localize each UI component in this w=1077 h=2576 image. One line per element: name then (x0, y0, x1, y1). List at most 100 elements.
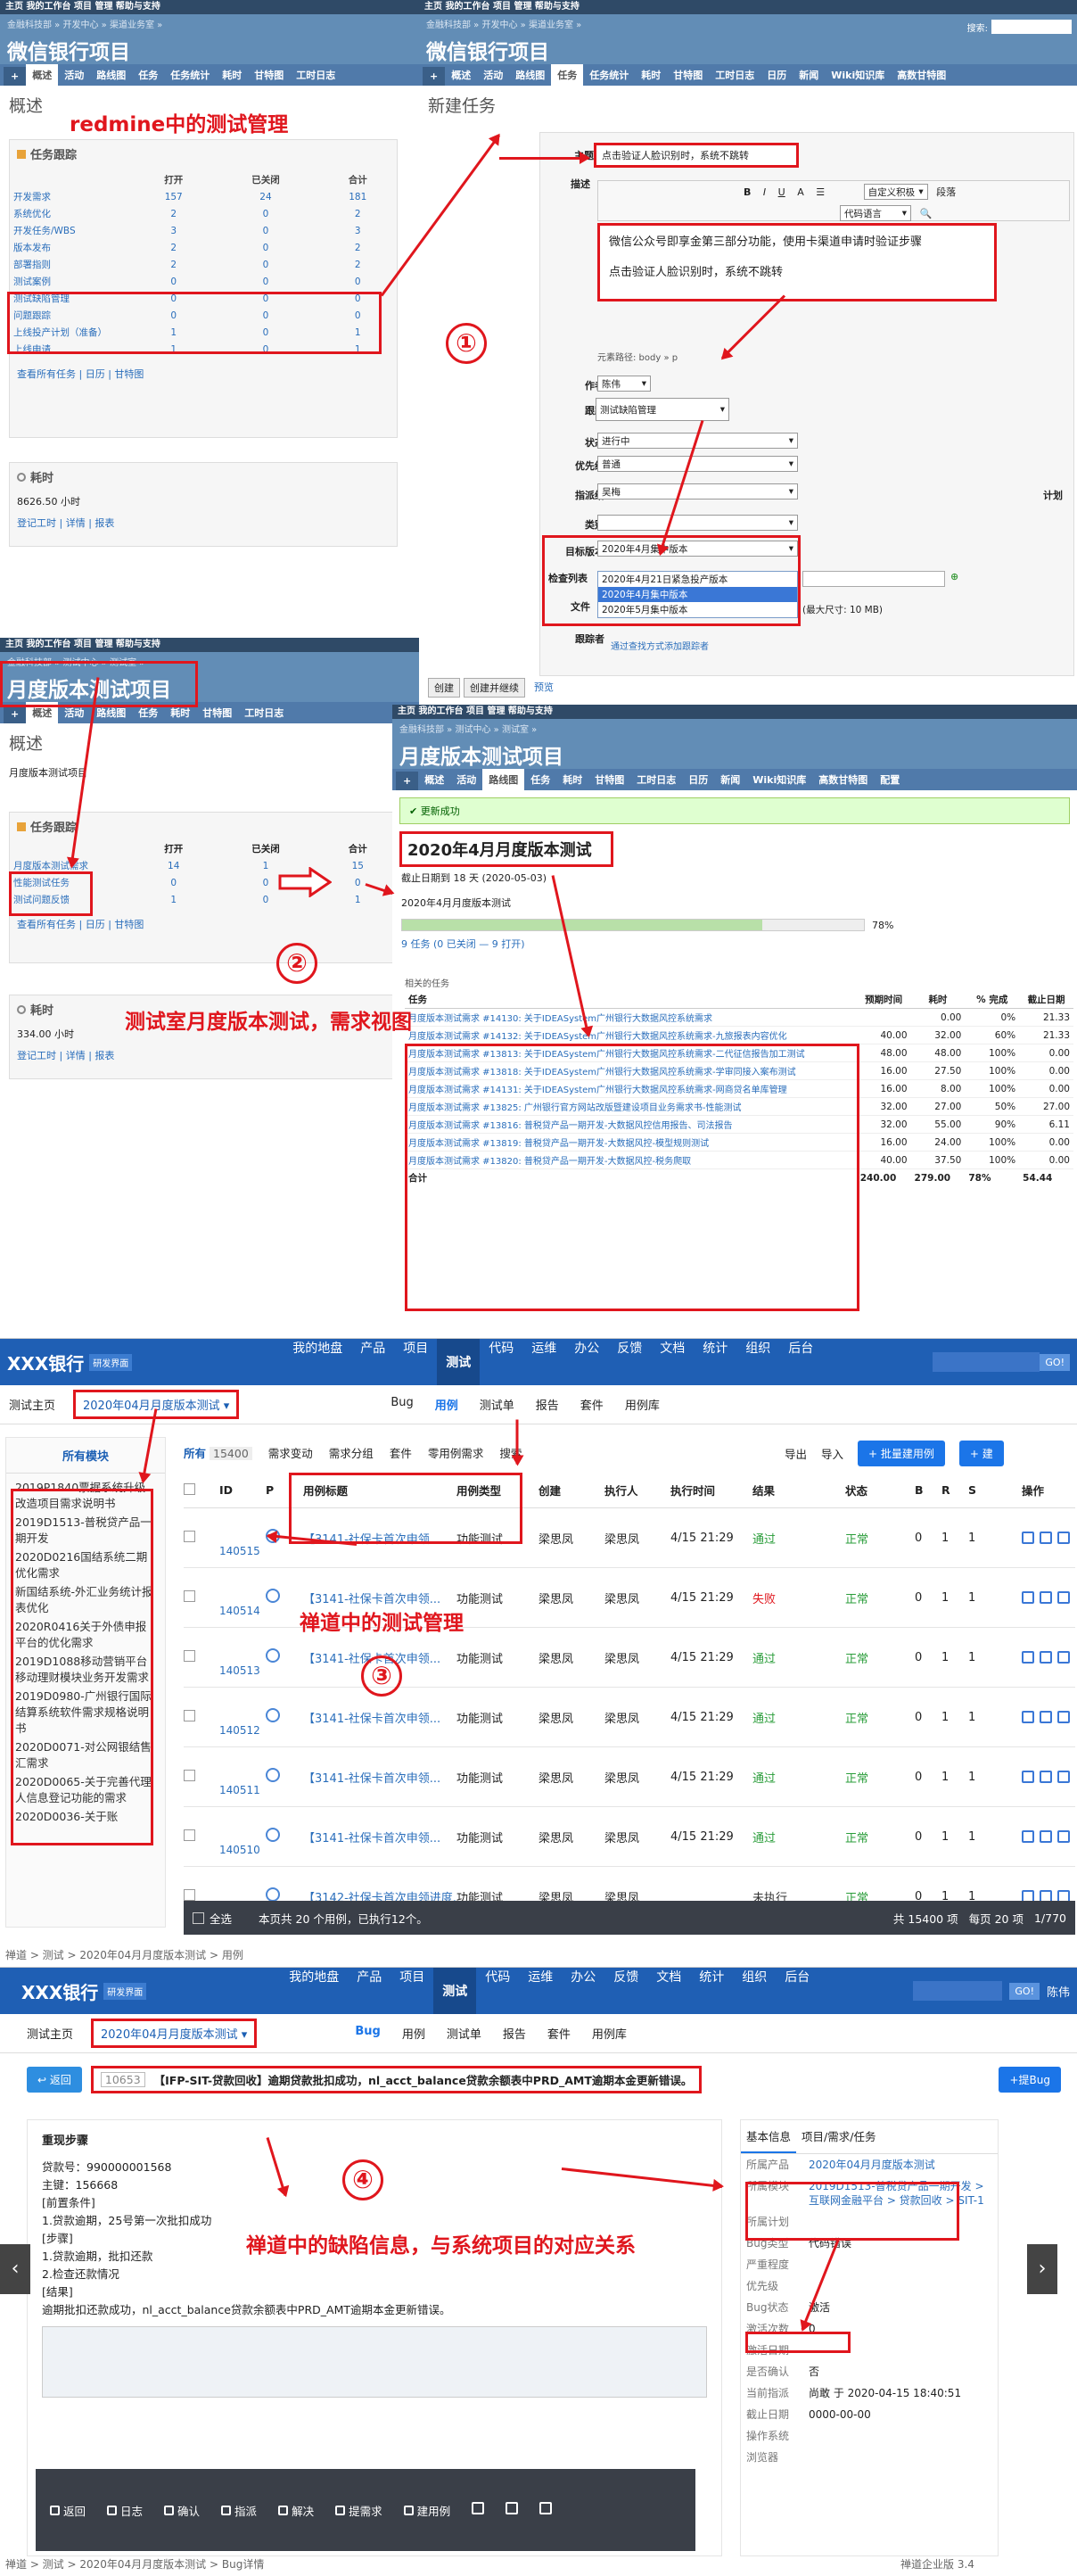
action-log[interactable]: 日志 (107, 2502, 143, 2519)
tab-adv-gantt[interactable]: 高数甘特图 (891, 64, 952, 86)
product-switcher[interactable]: 2020年04月月度版本测试 ▾ (91, 2019, 258, 2048)
subnav-item[interactable]: 用例库 (625, 1396, 660, 1413)
tab-time[interactable]: 耗时 (635, 64, 667, 86)
case-r[interactable]: 1 (941, 1532, 968, 1545)
tracker-name[interactable]: 版本发布 (10, 239, 135, 256)
nav-item[interactable]: 办公 (562, 1968, 604, 2014)
tab-issues[interactable]: 任务 (524, 769, 556, 790)
font-color-icon[interactable]: A (797, 186, 804, 198)
tracker-open[interactable]: 0 (135, 874, 212, 891)
export-button[interactable]: 导出 (785, 1445, 807, 1462)
user-menu[interactable]: 陈伟 (1047, 1983, 1070, 2000)
redmine-topbar[interactable]: 主页 我的工作台 项目 管理 帮助与支持 (0, 638, 419, 652)
all-modules-link[interactable]: 所有模块 (6, 1438, 165, 1474)
nav-item[interactable]: 组织 (736, 1339, 779, 1385)
priority-select[interactable]: 普通 ▾ (597, 456, 798, 472)
filter-item[interactable]: 需求变动 (268, 1444, 313, 1461)
case-r[interactable]: 1 (941, 1651, 968, 1664)
nav-item[interactable]: 我的地盘 (284, 1339, 351, 1385)
tab-settings[interactable]: 配置 (874, 769, 906, 790)
edit-icon[interactable] (1057, 1711, 1070, 1723)
tracker-open[interactable]: 0 (135, 273, 212, 290)
assignee-select[interactable]: 吴梅 ▾ (597, 483, 798, 500)
edit-icon[interactable] (472, 2501, 485, 2514)
raise-bug-button[interactable]: +提Bug (999, 2067, 1061, 2093)
tracker-open[interactable]: 2 (135, 205, 212, 222)
tab-new[interactable]: + (396, 772, 419, 790)
col-runner[interactable]: 执行人 (604, 1482, 670, 1499)
case-id[interactable]: 140514 (219, 1578, 266, 1617)
delete-icon[interactable] (539, 2501, 553, 2514)
tab-gantt[interactable]: 甘特图 (588, 769, 630, 790)
case-b[interactable]: 0 (915, 1711, 941, 1724)
subnav-item[interactable]: 测试单 (447, 2025, 481, 2042)
run-icon[interactable] (1022, 1711, 1034, 1723)
search-input[interactable] (913, 1981, 1003, 2001)
nav-item[interactable]: 反馈 (604, 1968, 647, 2014)
case-row[interactable]: 140512 【3141-社保卡首次申领... 功能测试 梁思凤 梁思凤 4/15 21:… (184, 1688, 1075, 1747)
tab-roadmap[interactable]: 路线图 (90, 64, 132, 86)
tracker-total[interactable]: 2 (319, 205, 397, 222)
tab-worklog[interactable]: 工时日志 (290, 64, 341, 86)
subnav-item[interactable]: 用例 (435, 1396, 458, 1413)
row-checkbox[interactable] (184, 1829, 219, 1845)
col-s[interactable]: S (968, 1483, 1022, 1497)
case-s[interactable]: 1 (968, 1711, 1022, 1724)
tab-roadmap[interactable]: 路线图 (509, 64, 551, 86)
import-button[interactable]: 导入 (821, 1445, 843, 1462)
subnav-item[interactable]: 测试单 (480, 1396, 514, 1413)
row-checkbox[interactable] (184, 1530, 219, 1546)
col-id[interactable]: ID (219, 1483, 266, 1497)
tracker-total[interactable]: 3 (319, 222, 397, 239)
tab-activity[interactable]: 活动 (58, 64, 90, 86)
category-select[interactable]: ▾ (597, 515, 798, 531)
add-watchers-link[interactable]: 通过查找方式添加跟踪者 (611, 639, 709, 652)
nav-item[interactable]: 组织 (733, 1968, 776, 2014)
case-r[interactable]: 1 (941, 1591, 968, 1605)
run-icon[interactable] (1022, 1532, 1034, 1544)
tracker-select[interactable]: 测试缺陷管理 ▾ (596, 398, 729, 421)
case-s[interactable]: 1 (968, 1651, 1022, 1664)
version-option[interactable]: 2020年4月21日紧急投产版本 (598, 572, 797, 587)
subnav-item[interactable]: 报告 (503, 2025, 526, 2042)
filter-item[interactable]: 套件 (390, 1444, 412, 1461)
subnav-item[interactable]: 报告 (536, 1396, 559, 1413)
tab-issue-stats[interactable]: 任务统计 (583, 64, 635, 86)
case-id[interactable]: 140512 (219, 1697, 266, 1737)
time-links[interactable]: 登记工时 | 详情 | 报表 (10, 1044, 397, 1066)
breadcrumb[interactable]: 金融科技部 » 开发中心 » 渠道业务室 » (0, 14, 419, 33)
case-b[interactable]: 0 (915, 1830, 941, 1844)
search-icon[interactable]: 🔍 (920, 208, 933, 219)
case-id[interactable]: 140510 (219, 1817, 266, 1856)
row-checkbox[interactable] (184, 1709, 219, 1725)
tracker-closed[interactable]: 24 (212, 188, 318, 205)
tab-project-story-task[interactable]: 项目/需求/任务 (796, 2120, 881, 2153)
tracker-name[interactable]: 系统优化 (10, 205, 135, 222)
action-back[interactable]: 返回 (50, 2502, 86, 2519)
version-task-summary[interactable]: 9 任务 (0 已关闭 — 9 打开) (392, 933, 1077, 954)
subnav-item[interactable]: 套件 (580, 1396, 604, 1413)
filter-item[interactable]: 所有 15400 (184, 1444, 252, 1461)
case-row[interactable]: 140511 【3141-社保卡首次申领... 功能测试 梁思凤 梁思凤 4/15 21:… (184, 1747, 1075, 1807)
run-icon[interactable] (1022, 1771, 1034, 1783)
tracker-name[interactable]: 测试案例 (10, 273, 135, 290)
col-run-time[interactable]: 执行时间 (670, 1482, 752, 1499)
subnav-item[interactable]: 用例库 (592, 2025, 627, 2042)
add-icon[interactable]: ⊕ (950, 571, 958, 582)
edit-icon[interactable] (1057, 1771, 1070, 1783)
tab-new[interactable]: + (423, 67, 446, 86)
edit-icon[interactable] (1057, 1830, 1070, 1843)
case-title[interactable]: 【3141-社保卡首次申领... (303, 1589, 456, 1606)
back-button[interactable]: ↩ 返回 (27, 2067, 82, 2093)
nav-item[interactable]: 产品 (351, 1339, 394, 1385)
tab-adv-gantt[interactable]: 高数甘特图 (812, 769, 874, 790)
case-id[interactable]: 140511 (219, 1757, 266, 1796)
edit-icon[interactable] (1057, 1591, 1070, 1604)
tab-issues[interactable]: 任务 (132, 64, 164, 86)
go-button[interactable]: GO! (1009, 1982, 1040, 2000)
col-creator[interactable]: 创建 (538, 1482, 604, 1499)
copy-icon[interactable] (506, 2501, 519, 2514)
search-input[interactable] (991, 20, 1072, 34)
tab-basic-info[interactable]: 基本信息 (741, 2120, 797, 2153)
test-home-link[interactable]: 测试主页 (27, 2025, 73, 2042)
